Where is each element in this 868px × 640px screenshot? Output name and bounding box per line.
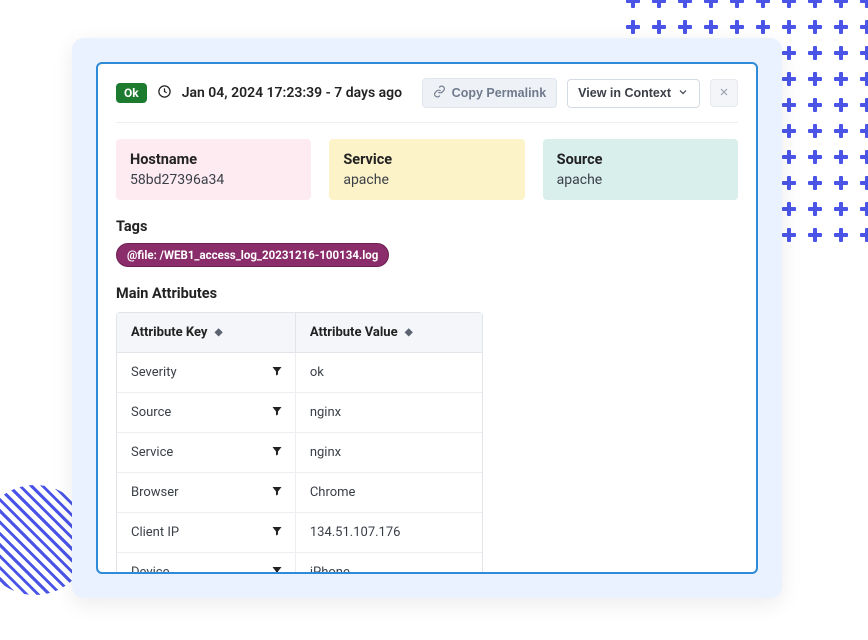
outer-panel: Ok Jan 04, 2024 17:23:39 - 7 days ago Co… xyxy=(72,38,782,598)
filter-icon[interactable] xyxy=(271,565,283,575)
view-in-context-dropdown[interactable]: View in Context xyxy=(567,79,700,108)
attribute-value-cell: 134.51.107.176 xyxy=(296,513,482,553)
attribute-key-cell: Client IP xyxy=(117,513,296,553)
main-attributes-title: Main Attributes xyxy=(116,285,738,302)
sort-icon: ◆ xyxy=(215,327,223,338)
clock-icon xyxy=(157,84,172,103)
card-header: Ok Jan 04, 2024 17:23:39 - 7 days ago Co… xyxy=(116,78,738,123)
source-box[interactable]: Source apache xyxy=(543,139,738,200)
table-row: Client IP134.51.107.176 xyxy=(117,513,482,553)
source-label: Source xyxy=(557,151,724,168)
col-attribute-key-label: Attribute Key xyxy=(131,325,207,340)
attributes-table: Attribute Key ◆ Attribute Value ◆ Severi… xyxy=(116,312,483,574)
tags-title: Tags xyxy=(116,218,738,235)
chevron-down-icon xyxy=(677,86,689,101)
close-icon xyxy=(718,86,730,101)
sort-icon: ◆ xyxy=(405,327,413,338)
filter-icon[interactable] xyxy=(271,445,283,461)
attributes-table-body: SeverityokSourcenginxServicenginxBrowser… xyxy=(117,353,482,574)
view-in-context-label: View in Context xyxy=(578,86,671,100)
col-attribute-value-label: Attribute Value xyxy=(310,325,398,340)
service-box[interactable]: Service apache xyxy=(329,139,524,200)
attribute-value-cell: Chrome xyxy=(296,473,482,513)
attribute-key-cell: Service xyxy=(117,433,296,473)
table-row: Servicenginx xyxy=(117,433,482,473)
service-value: apache xyxy=(343,172,510,188)
hostname-value: 58bd27396a34 xyxy=(130,172,297,188)
attribute-key-cell: Severity xyxy=(117,353,296,393)
attribute-key-cell: Device xyxy=(117,553,296,574)
attribute-value-cell: nginx xyxy=(296,393,482,433)
hostname-box[interactable]: Hostname 58bd27396a34 xyxy=(116,139,311,200)
attribute-key-cell: Source xyxy=(117,393,296,433)
info-row: Hostname 58bd27396a34 Service apache Sou… xyxy=(116,139,738,200)
log-detail-card: Ok Jan 04, 2024 17:23:39 - 7 days ago Co… xyxy=(96,62,758,574)
table-row: BrowserChrome xyxy=(117,473,482,513)
link-icon xyxy=(433,85,446,101)
attribute-key-cell: Browser xyxy=(117,473,296,513)
table-row: DeviceiPhone xyxy=(117,553,482,574)
source-value: apache xyxy=(557,172,724,188)
copy-permalink-button[interactable]: Copy Permalink xyxy=(422,78,557,108)
col-attribute-value[interactable]: Attribute Value ◆ xyxy=(296,313,482,353)
attribute-value-cell: iPhone xyxy=(296,553,482,574)
tag-pill[interactable]: @file: /WEB1_access_log_20231216-100134.… xyxy=(116,243,389,267)
table-row: Severityok xyxy=(117,353,482,393)
hostname-label: Hostname xyxy=(130,151,297,168)
attribute-value-cell: nginx xyxy=(296,433,482,473)
status-badge: Ok xyxy=(116,83,147,103)
filter-icon[interactable] xyxy=(271,485,283,501)
service-label: Service xyxy=(343,151,510,168)
table-row: Sourcenginx xyxy=(117,393,482,433)
col-attribute-key[interactable]: Attribute Key ◆ xyxy=(117,313,296,353)
filter-icon[interactable] xyxy=(271,365,283,381)
filter-icon[interactable] xyxy=(271,405,283,421)
filter-icon[interactable] xyxy=(271,525,283,541)
copy-permalink-label: Copy Permalink xyxy=(452,86,546,100)
attribute-value-cell: ok xyxy=(296,353,482,393)
timestamp-text: Jan 04, 2024 17:23:39 - 7 days ago xyxy=(182,85,412,101)
close-button[interactable] xyxy=(710,79,738,107)
